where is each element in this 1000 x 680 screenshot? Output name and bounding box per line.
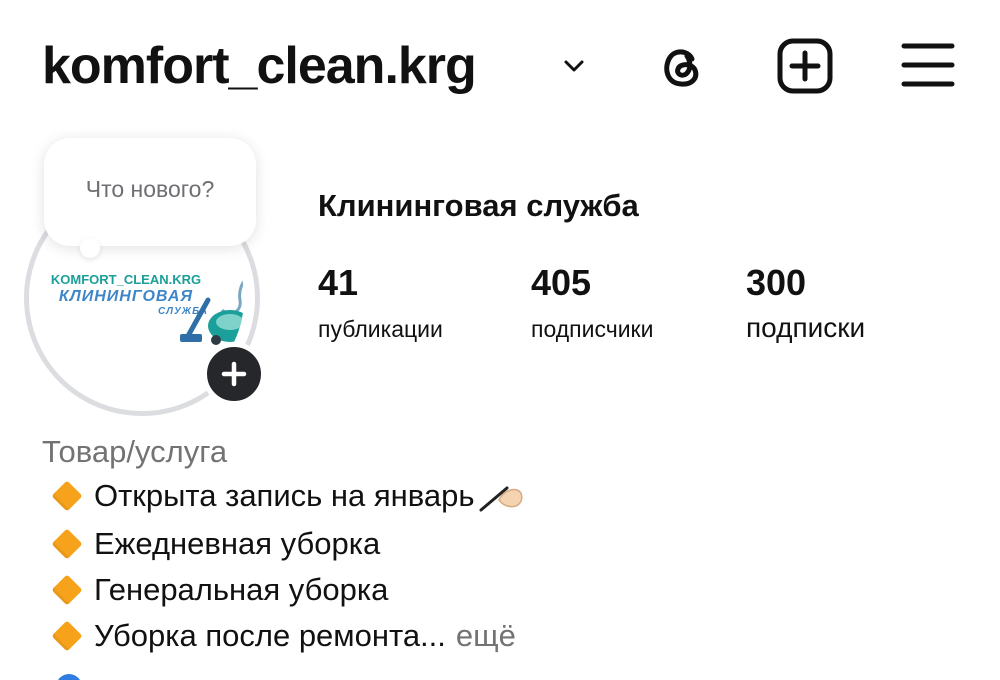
vacuum-cleaner-icon (180, 277, 244, 345)
stat-posts[interactable]: 41 публикации (318, 262, 443, 343)
stat-following[interactable]: 300 подписки (746, 262, 865, 344)
link-icon (56, 674, 82, 680)
plus-icon (221, 361, 247, 387)
stat-label: подписчики (531, 316, 654, 342)
orange-diamond-icon (51, 480, 83, 512)
menu-icon[interactable] (900, 40, 956, 90)
writing-hand-icon (479, 486, 523, 512)
stat-followers[interactable]: 405 подписчики (531, 262, 653, 343)
stat-value: 41 (318, 262, 359, 303)
stat-label: публикации (318, 316, 443, 342)
bio-text: Генеральная уборка (94, 572, 389, 607)
bio-text: Ежедневная уборка (94, 526, 381, 561)
stat-value: 300 (746, 262, 807, 303)
bio-line: Ежедневная уборка (48, 526, 380, 562)
bio-line: Генеральная уборка (48, 572, 388, 608)
profile-name: Клининговая служба (318, 188, 639, 223)
chevron-down-icon[interactable] (560, 52, 588, 80)
bio-text: Уборка после ремонта... (94, 618, 446, 653)
orange-diamond-icon (51, 620, 83, 652)
stat-value: 405 (531, 262, 592, 303)
orange-diamond-icon (51, 528, 83, 560)
profile-category: Товар/услуга (42, 434, 228, 469)
bio-text: Открыта запись на январь (94, 478, 475, 513)
profile-page: komfort_clean.krg KOMFORT_CLEAN.KRG КЛИН… (0, 0, 1000, 680)
threads-icon[interactable] (654, 38, 710, 94)
username-switcher[interactable]: komfort_clean.krg (42, 34, 477, 98)
note-bubble-tail (80, 238, 100, 258)
create-icon[interactable] (776, 37, 834, 95)
note-placeholder[interactable]: Что нового? (44, 176, 256, 203)
bio-more-link[interactable]: ещё (456, 618, 516, 654)
orange-diamond-icon (51, 574, 83, 606)
stat-label: подписки (746, 312, 866, 343)
bio-line: Уборка после ремонта... ещё (48, 618, 516, 654)
bio-line: Открыта запись на январь (48, 478, 525, 514)
add-story-button[interactable] (202, 342, 266, 406)
